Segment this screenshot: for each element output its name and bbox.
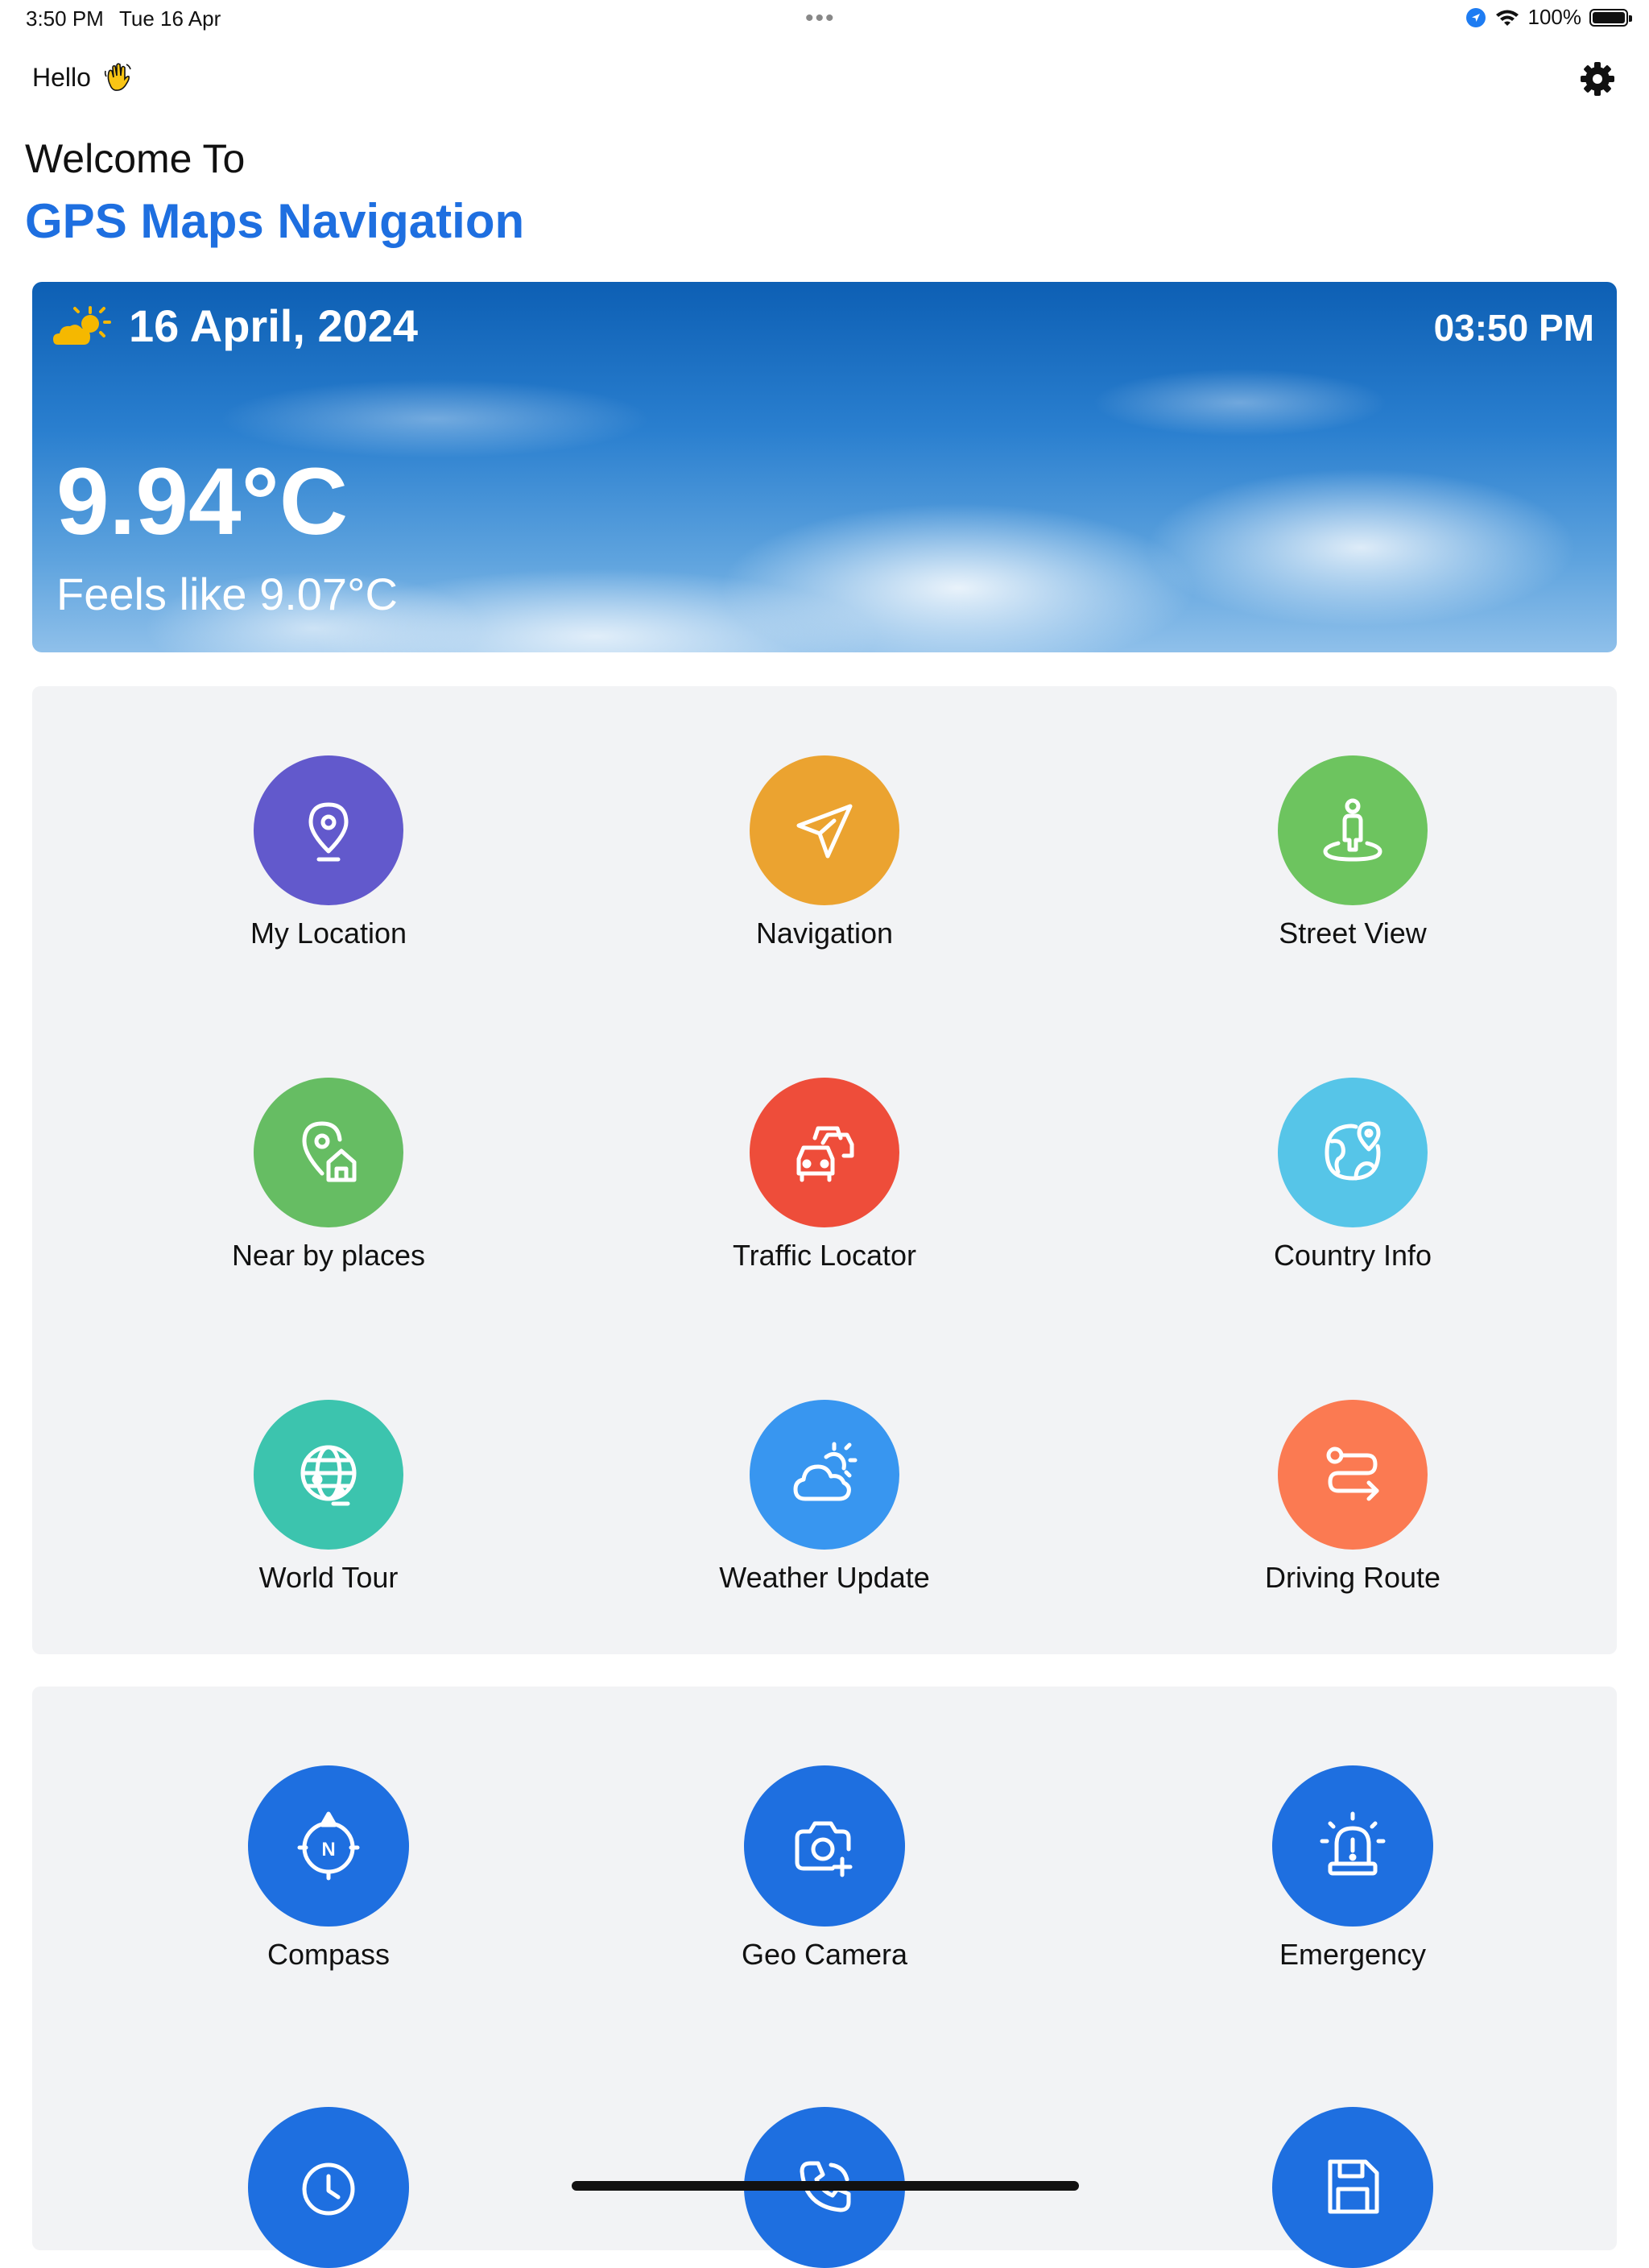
waving-hand-icon — [104, 63, 131, 91]
greeting-text: Hello — [32, 62, 91, 92]
feature-label: Street View — [1279, 917, 1427, 950]
globe-route-icon — [254, 1400, 403, 1550]
gear-icon[interactable] — [1578, 60, 1617, 98]
pin-home-icon — [254, 1078, 403, 1227]
feature-label: Country Info — [1273, 1239, 1432, 1272]
location-arrow-icon — [1465, 7, 1486, 27]
features-panel: My Location Navigation Street View Near … — [32, 686, 1617, 1654]
welcome-text: Welcome To — [25, 136, 246, 181]
feature-label: Weather Update — [719, 1561, 930, 1594]
weather-time: 03:50 PM — [1433, 307, 1594, 349]
compass-icon: N — [248, 1765, 409, 1927]
street-view-person-icon — [1278, 755, 1428, 905]
status-time: 3:50 PM — [26, 6, 104, 31]
cars-icon — [750, 1078, 899, 1227]
save-icon — [1272, 2107, 1433, 2268]
home-indicator[interactable] — [572, 2181, 1079, 2191]
wifi-icon — [1495, 10, 1519, 26]
feature-near-by-places[interactable]: Near by places — [167, 1078, 490, 1273]
status-right: 100% — [1465, 5, 1632, 30]
siren-icon — [1272, 1765, 1433, 1927]
feature-label: World Tour — [258, 1561, 399, 1594]
feature-weather-update[interactable]: Weather Update — [663, 1400, 986, 1595]
feature-label: Navigation — [755, 917, 894, 950]
battery-percentage: 100% — [1527, 5, 1582, 29]
tools-panel: N Compass Geo Camera Emergency — [32, 1687, 1617, 2268]
status-bar: 3:50 PM Tue 16 Apr ••• 100% — [0, 0, 1649, 39]
greeting: Hello — [32, 61, 133, 93]
route-icon — [1278, 1400, 1428, 1550]
send-arrow-icon — [750, 755, 899, 905]
clock-icon — [248, 2107, 409, 2268]
feature-my-location[interactable]: My Location — [167, 755, 490, 950]
location-pin-icon — [254, 755, 403, 905]
camera-plus-icon — [744, 1765, 905, 1927]
tool-label: Compass — [267, 1938, 391, 1971]
multitasking-dots[interactable]: ••• — [805, 5, 836, 32]
feature-world-tour[interactable]: World Tour — [167, 1400, 490, 1595]
tool-emergency[interactable]: Emergency — [1192, 1765, 1514, 1972]
temperature: 9.94°C — [56, 449, 349, 555]
feature-label: Near by places — [231, 1239, 426, 1272]
tool-label: Emergency — [1279, 1938, 1427, 1971]
weather-date: 16 April, 2024 — [129, 300, 419, 351]
feature-navigation[interactable]: Navigation — [663, 755, 986, 950]
status-date: Tue 16 Apr — [119, 6, 221, 31]
feature-traffic-locator[interactable]: Traffic Locator — [663, 1078, 986, 1273]
app-title: GPS Maps Navigation — [25, 194, 525, 248]
svg-text:N: N — [321, 1839, 335, 1860]
feature-driving-route[interactable]: Driving Route — [1192, 1400, 1514, 1595]
feature-label: Driving Route — [1264, 1561, 1441, 1594]
feature-street-view[interactable]: Street View — [1192, 755, 1514, 950]
partly-sunny-icon — [53, 306, 111, 345]
tool-compass[interactable]: N Compass — [167, 1765, 490, 1972]
feature-country-info[interactable]: Country Info — [1192, 1078, 1514, 1273]
weather-card[interactable]: 16 April, 2024 03:50 PM 9.94°C Feels lik… — [32, 282, 1617, 652]
cloud-sun-icon — [750, 1400, 899, 1550]
globe-pin-icon — [1278, 1078, 1428, 1227]
tool-label: Geo Camera — [741, 1938, 908, 1971]
feature-label: Traffic Locator — [732, 1239, 917, 1272]
battery-icon — [1589, 8, 1632, 27]
tool-clock[interactable] — [167, 2107, 490, 2268]
feels-like: Feels like 9.07°C — [56, 569, 398, 619]
feature-label: My Location — [250, 917, 407, 950]
tool-geo-camera[interactable]: Geo Camera — [663, 1765, 986, 1972]
tool-save[interactable] — [1192, 2107, 1514, 2268]
